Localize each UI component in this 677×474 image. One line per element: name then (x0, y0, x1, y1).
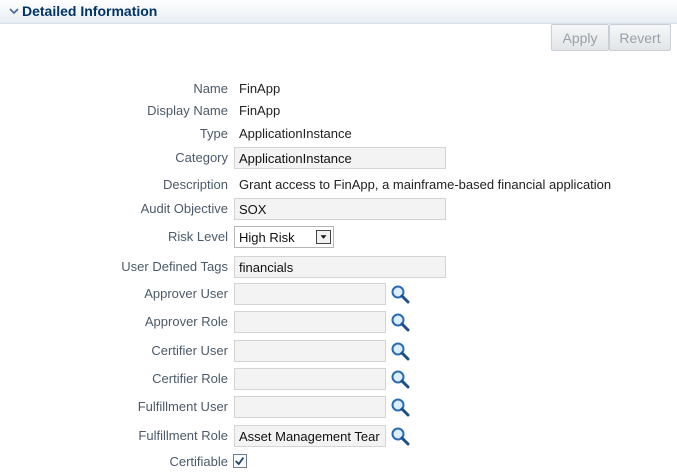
name-label: Name (193, 81, 228, 96)
search-icon[interactable] (389, 341, 411, 361)
approver-user-row: Approver User (0, 282, 677, 306)
search-icon[interactable] (389, 426, 411, 446)
certifier-role-row: Certifier Role (0, 367, 677, 391)
name-value: FinApp (239, 81, 281, 96)
fulfillment-role-row: Fulfillment Role Asset Management Tear (0, 424, 677, 448)
user-defined-tags-label: User Defined Tags (121, 259, 228, 274)
approver-user-label: Approver User (144, 286, 228, 301)
type-row: Type ApplicationInstance (0, 122, 677, 146)
audit-objective-row: Audit Objective SOX (0, 197, 677, 221)
checkmark-icon (235, 457, 245, 466)
risk-level-row: Risk Level High Risk (0, 225, 677, 249)
type-value: ApplicationInstance (239, 126, 352, 141)
fulfillment-role-label: Fulfillment Role (138, 428, 228, 443)
approver-user-field[interactable] (234, 283, 386, 305)
name-row: Name FinApp (0, 77, 677, 101)
category-label: Category (175, 150, 228, 165)
approver-role-field[interactable] (234, 311, 386, 333)
audit-objective-field[interactable]: SOX (234, 198, 446, 220)
certifiable-label: Certifiable (169, 454, 228, 469)
description-label: Description (162, 177, 228, 192)
certifier-user-field[interactable] (234, 340, 386, 362)
fulfillment-role-field[interactable]: Asset Management Tear (234, 425, 386, 447)
description-value: Grant access to FinApp, a mainframe-base… (239, 177, 612, 192)
risk-level-selected-value: High Risk (239, 230, 295, 245)
audit-objective-label: Audit Objective (140, 201, 228, 216)
type-label: Type (199, 126, 228, 141)
display-name-value: FinApp (239, 103, 281, 118)
search-icon[interactable] (389, 312, 411, 332)
fulfillment-user-label: Fulfillment User (137, 399, 228, 414)
section-header: Detailed Information (0, 0, 677, 24)
certifier-user-label: Certifier User (151, 343, 228, 358)
approver-role-label: Approver Role (144, 314, 228, 329)
certifiable-checkbox[interactable] (233, 454, 247, 468)
search-icon[interactable] (389, 369, 411, 389)
revert-button[interactable]: Revert (609, 24, 671, 51)
category-row: Category ApplicationInstance (0, 146, 677, 170)
search-icon[interactable] (389, 397, 411, 417)
certifiable-row: Certifiable (0, 450, 677, 474)
approver-role-row: Approver Role (0, 310, 677, 334)
search-icon[interactable] (389, 284, 411, 304)
certifier-role-field[interactable] (234, 368, 386, 390)
display-name-label: Display Name (147, 103, 228, 118)
risk-level-label: Risk Level (168, 229, 228, 244)
user-defined-tags-field[interactable]: financials (234, 256, 446, 278)
certifier-user-row: Certifier User (0, 339, 677, 363)
category-field[interactable]: ApplicationInstance (234, 147, 446, 169)
fulfillment-user-field[interactable] (234, 396, 386, 418)
collapse-triangle-icon[interactable] (8, 5, 20, 17)
description-row: Description Grant access to FinApp, a ma… (0, 173, 677, 197)
apply-button[interactable]: Apply (551, 24, 609, 51)
dropdown-arrow-icon[interactable] (316, 230, 331, 244)
display-name-row: Display Name FinApp (0, 99, 677, 123)
user-defined-tags-row: User Defined Tags financials (0, 255, 677, 279)
fulfillment-user-row: Fulfillment User (0, 395, 677, 419)
certifier-role-label: Certifier Role (152, 371, 228, 386)
section-title: Detailed Information (22, 3, 158, 19)
risk-level-select[interactable]: High Risk (234, 226, 334, 248)
